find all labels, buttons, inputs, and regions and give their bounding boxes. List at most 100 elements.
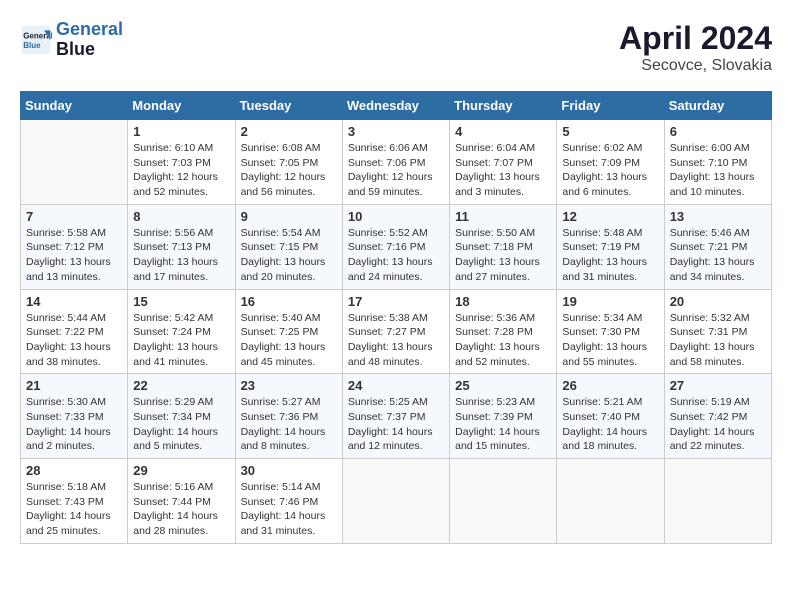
day-info: Sunrise: 5:52 AMSunset: 7:16 PMDaylight:… <box>348 226 444 285</box>
day-info: Sunrise: 5:56 AMSunset: 7:13 PMDaylight:… <box>133 226 229 285</box>
day-info: Sunrise: 5:29 AMSunset: 7:34 PMDaylight:… <box>133 395 229 454</box>
calendar-cell: 28Sunrise: 5:18 AMSunset: 7:43 PMDayligh… <box>21 459 128 544</box>
day-number: 22 <box>133 378 229 393</box>
day-number: 12 <box>562 209 658 224</box>
day-info: Sunrise: 5:42 AMSunset: 7:24 PMDaylight:… <box>133 311 229 370</box>
day-info: Sunrise: 6:02 AMSunset: 7:09 PMDaylight:… <box>562 141 658 200</box>
day-number: 27 <box>670 378 766 393</box>
day-number: 9 <box>241 209 337 224</box>
day-info: Sunrise: 5:32 AMSunset: 7:31 PMDaylight:… <box>670 311 766 370</box>
day-info: Sunrise: 5:48 AMSunset: 7:19 PMDaylight:… <box>562 226 658 285</box>
calendar-cell <box>342 459 449 544</box>
calendar-cell: 2 Sunrise: 6:08 AMSunset: 7:05 PMDaylight… <box>235 120 342 205</box>
day-number: 24 <box>348 378 444 393</box>
day-info: Sunrise: 5:14 AMSunset: 7:46 PMDaylight:… <box>241 480 337 539</box>
day-number: 13 <box>670 209 766 224</box>
calendar-cell: 10 Sunrise: 5:52 AMSunset: 7:16 PMDayligh… <box>342 204 449 289</box>
logo-text-line2: Blue <box>56 40 123 60</box>
logo: General Blue General Blue <box>20 20 123 60</box>
calendar: SundayMondayTuesdayWednesdayThursdayFrid… <box>20 91 772 544</box>
day-number: 28 <box>26 463 122 478</box>
day-number: 2 <box>241 124 337 139</box>
day-number: 11 <box>455 209 551 224</box>
calendar-week-row: 7 Sunrise: 5:58 AMSunset: 7:12 PMDaylight… <box>21 204 772 289</box>
day-number: 16 <box>241 294 337 309</box>
day-header-sunday: Sunday <box>21 92 128 120</box>
calendar-cell: 29 Sunrise: 5:16 AMSunset: 7:44 PMDayligh… <box>128 459 235 544</box>
day-number: 20 <box>670 294 766 309</box>
day-number: 3 <box>348 124 444 139</box>
day-number: 15 <box>133 294 229 309</box>
calendar-cell: 13 Sunrise: 5:46 AMSunset: 7:21 PMDayligh… <box>664 204 771 289</box>
day-header-thursday: Thursday <box>450 92 557 120</box>
calendar-cell: 5 Sunrise: 6:02 AMSunset: 7:09 PMDaylight… <box>557 120 664 205</box>
day-number: 26 <box>562 378 658 393</box>
day-number: 7 <box>26 209 122 224</box>
day-header-tuesday: Tuesday <box>235 92 342 120</box>
day-info: Sunrise: 5:40 AMSunset: 7:25 PMDaylight:… <box>241 311 337 370</box>
svg-text:Blue: Blue <box>23 41 41 50</box>
day-info: Sunrise: 5:25 AMSunset: 7:37 PMDaylight:… <box>348 395 444 454</box>
month-title: April 2024 <box>619 20 772 57</box>
calendar-cell: 7 Sunrise: 5:58 AMSunset: 7:12 PMDaylight… <box>21 204 128 289</box>
day-info: Sunrise: 5:50 AMSunset: 7:18 PMDaylight:… <box>455 226 551 285</box>
day-number: 10 <box>348 209 444 224</box>
day-info: Sunrise: 6:06 AMSunset: 7:06 PMDaylight:… <box>348 141 444 200</box>
day-number: 30 <box>241 463 337 478</box>
calendar-header-row: SundayMondayTuesdayWednesdayThursdayFrid… <box>21 92 772 120</box>
day-info: Sunrise: 5:27 AMSunset: 7:36 PMDaylight:… <box>241 395 337 454</box>
location: Secovce, Slovakia <box>619 57 772 75</box>
day-info: Sunrise: 6:10 AMSunset: 7:03 PMDaylight:… <box>133 141 229 200</box>
day-info: Sunrise: 5:36 AMSunset: 7:28 PMDaylight:… <box>455 311 551 370</box>
day-info: Sunrise: 6:08 AMSunset: 7:05 PMDaylight:… <box>241 141 337 200</box>
calendar-cell: 12 Sunrise: 5:48 AMSunset: 7:19 PMDayligh… <box>557 204 664 289</box>
calendar-cell: 24 Sunrise: 5:25 AMSunset: 7:37 PMDayligh… <box>342 374 449 459</box>
day-info: Sunrise: 5:54 AMSunset: 7:15 PMDaylight:… <box>241 226 337 285</box>
day-info: Sunrise: 5:21 AMSunset: 7:40 PMDaylight:… <box>562 395 658 454</box>
calendar-cell: 17 Sunrise: 5:38 AMSunset: 7:27 PMDayligh… <box>342 289 449 374</box>
day-number: 18 <box>455 294 551 309</box>
calendar-cell <box>664 459 771 544</box>
day-header-wednesday: Wednesday <box>342 92 449 120</box>
calendar-cell <box>557 459 664 544</box>
day-number: 23 <box>241 378 337 393</box>
title-block: April 2024 Secovce, Slovakia <box>619 20 772 75</box>
calendar-cell: 30 Sunrise: 5:14 AMSunset: 7:46 PMDayligh… <box>235 459 342 544</box>
day-number: 29 <box>133 463 229 478</box>
day-number: 19 <box>562 294 658 309</box>
calendar-cell: 11 Sunrise: 5:50 AMSunset: 7:18 PMDayligh… <box>450 204 557 289</box>
day-info: Sunrise: 5:30 AMSunset: 7:33 PMDaylight:… <box>26 395 122 454</box>
day-info: Sunrise: 5:16 AMSunset: 7:44 PMDaylight:… <box>133 480 229 539</box>
calendar-week-row: 28Sunrise: 5:18 AMSunset: 7:43 PMDayligh… <box>21 459 772 544</box>
day-info: Sunrise: 5:38 AMSunset: 7:27 PMDaylight:… <box>348 311 444 370</box>
day-number: 4 <box>455 124 551 139</box>
day-number: 14 <box>26 294 122 309</box>
calendar-cell: 6Sunrise: 6:00 AMSunset: 7:10 PMDaylight… <box>664 120 771 205</box>
day-info: Sunrise: 5:46 AMSunset: 7:21 PMDaylight:… <box>670 226 766 285</box>
calendar-cell: 20 Sunrise: 5:32 AMSunset: 7:31 PMDayligh… <box>664 289 771 374</box>
calendar-cell: 4 Sunrise: 6:04 AMSunset: 7:07 PMDaylight… <box>450 120 557 205</box>
day-number: 6 <box>670 124 766 139</box>
day-info: Sunrise: 6:04 AMSunset: 7:07 PMDaylight:… <box>455 141 551 200</box>
day-info: Sunrise: 5:58 AMSunset: 7:12 PMDaylight:… <box>26 226 122 285</box>
day-header-saturday: Saturday <box>664 92 771 120</box>
calendar-cell: 25Sunrise: 5:23 AMSunset: 7:39 PMDayligh… <box>450 374 557 459</box>
day-number: 8 <box>133 209 229 224</box>
calendar-cell: 15 Sunrise: 5:42 AMSunset: 7:24 PMDayligh… <box>128 289 235 374</box>
calendar-cell: 19Sunrise: 5:34 AMSunset: 7:30 PMDayligh… <box>557 289 664 374</box>
logo-icon: General Blue <box>20 24 52 56</box>
day-number: 17 <box>348 294 444 309</box>
day-info: Sunrise: 5:23 AMSunset: 7:39 PMDaylight:… <box>455 395 551 454</box>
calendar-cell: 8 Sunrise: 5:56 AMSunset: 7:13 PMDaylight… <box>128 204 235 289</box>
logo-text-line1: General <box>56 20 123 40</box>
calendar-week-row: 1 Sunrise: 6:10 AMSunset: 7:03 PMDaylight… <box>21 120 772 205</box>
calendar-cell: 1 Sunrise: 6:10 AMSunset: 7:03 PMDaylight… <box>128 120 235 205</box>
calendar-cell: 9 Sunrise: 5:54 AMSunset: 7:15 PMDaylight… <box>235 204 342 289</box>
day-number: 1 <box>133 124 229 139</box>
day-header-friday: Friday <box>557 92 664 120</box>
calendar-cell: 21Sunrise: 5:30 AMSunset: 7:33 PMDayligh… <box>21 374 128 459</box>
calendar-cell: 16 Sunrise: 5:40 AMSunset: 7:25 PMDayligh… <box>235 289 342 374</box>
day-number: 5 <box>562 124 658 139</box>
calendar-week-row: 14Sunrise: 5:44 AMSunset: 7:22 PMDayligh… <box>21 289 772 374</box>
calendar-cell: 27Sunrise: 5:19 AMSunset: 7:42 PMDayligh… <box>664 374 771 459</box>
